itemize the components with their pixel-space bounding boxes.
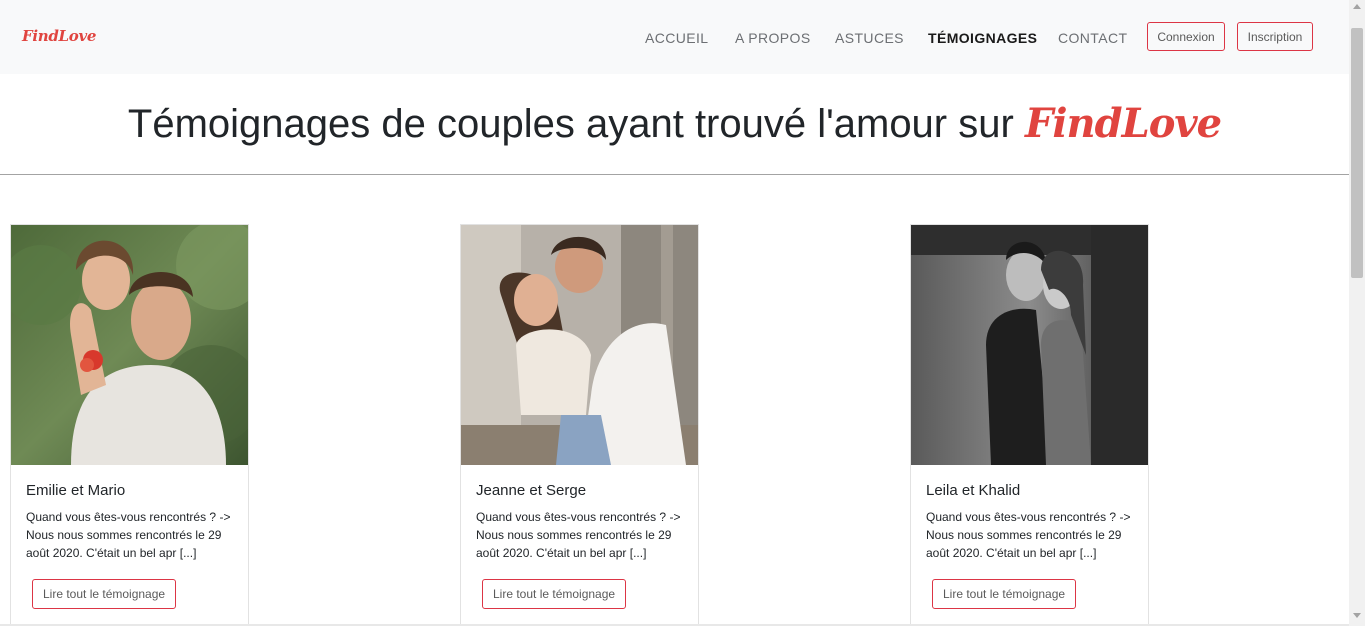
testimonial-card: Emilie et Mario Quand vous êtes-vous ren… [10,224,249,626]
card-title: Emilie et Mario [26,482,126,499]
header-divider [0,174,1349,175]
nav-item-accueil[interactable]: ACCUEIL [645,30,708,46]
vertical-scrollbar[interactable] [1349,0,1365,626]
couple-photo [11,225,248,465]
read-testimonial-button[interactable]: Lire tout le témoignage [932,579,1077,609]
testimonial-card: Leila et Khalid Quand vous êtes-vous ren… [910,224,1149,626]
nav-item-temoignages[interactable]: TÉMOIGNAGES [928,30,1037,46]
read-testimonial-button[interactable]: Lire tout le témoignage [32,579,177,609]
scroll-down-arrow-icon[interactable] [1353,613,1361,618]
card-title: Jeanne et Serge [476,482,587,499]
scrollbar-thumb[interactable] [1351,28,1363,278]
page-title: Témoignages de couples ayant trouvé l'am… [0,100,1349,147]
page-title-text: Témoignages de couples ayant trouvé l'am… [127,102,1014,146]
card-excerpt: Quand vous êtes-vous rencontrés ? -> Nou… [26,510,231,560]
brand-logo[interactable]: FindLove [22,27,96,45]
page-title-brand: FindLove [1024,100,1222,147]
couple-photo [461,225,698,465]
scroll-up-arrow-icon[interactable] [1353,4,1361,9]
card-excerpt: Quand vous êtes-vous rencontrés ? -> Nou… [926,510,1131,560]
navbar: FindLove ACCUEIL A PROPOS ASTUCES TÉMOIG… [0,0,1349,74]
card-excerpt: Quand vous êtes-vous rencontrés ? -> Nou… [476,510,681,560]
nav-item-a-propos[interactable]: A PROPOS [735,30,811,46]
signup-button[interactable]: Inscription [1237,22,1313,51]
card-title: Leila et Khalid [926,482,1021,499]
couple-photo [911,225,1148,465]
testimonial-card: Jeanne et Serge Quand vous êtes-vous ren… [460,224,699,626]
nav-item-contact[interactable]: CONTACT [1058,30,1127,46]
nav-item-astuces[interactable]: ASTUCES [835,30,904,46]
login-button[interactable]: Connexion [1147,22,1225,51]
read-testimonial-button[interactable]: Lire tout le témoignage [482,579,627,609]
